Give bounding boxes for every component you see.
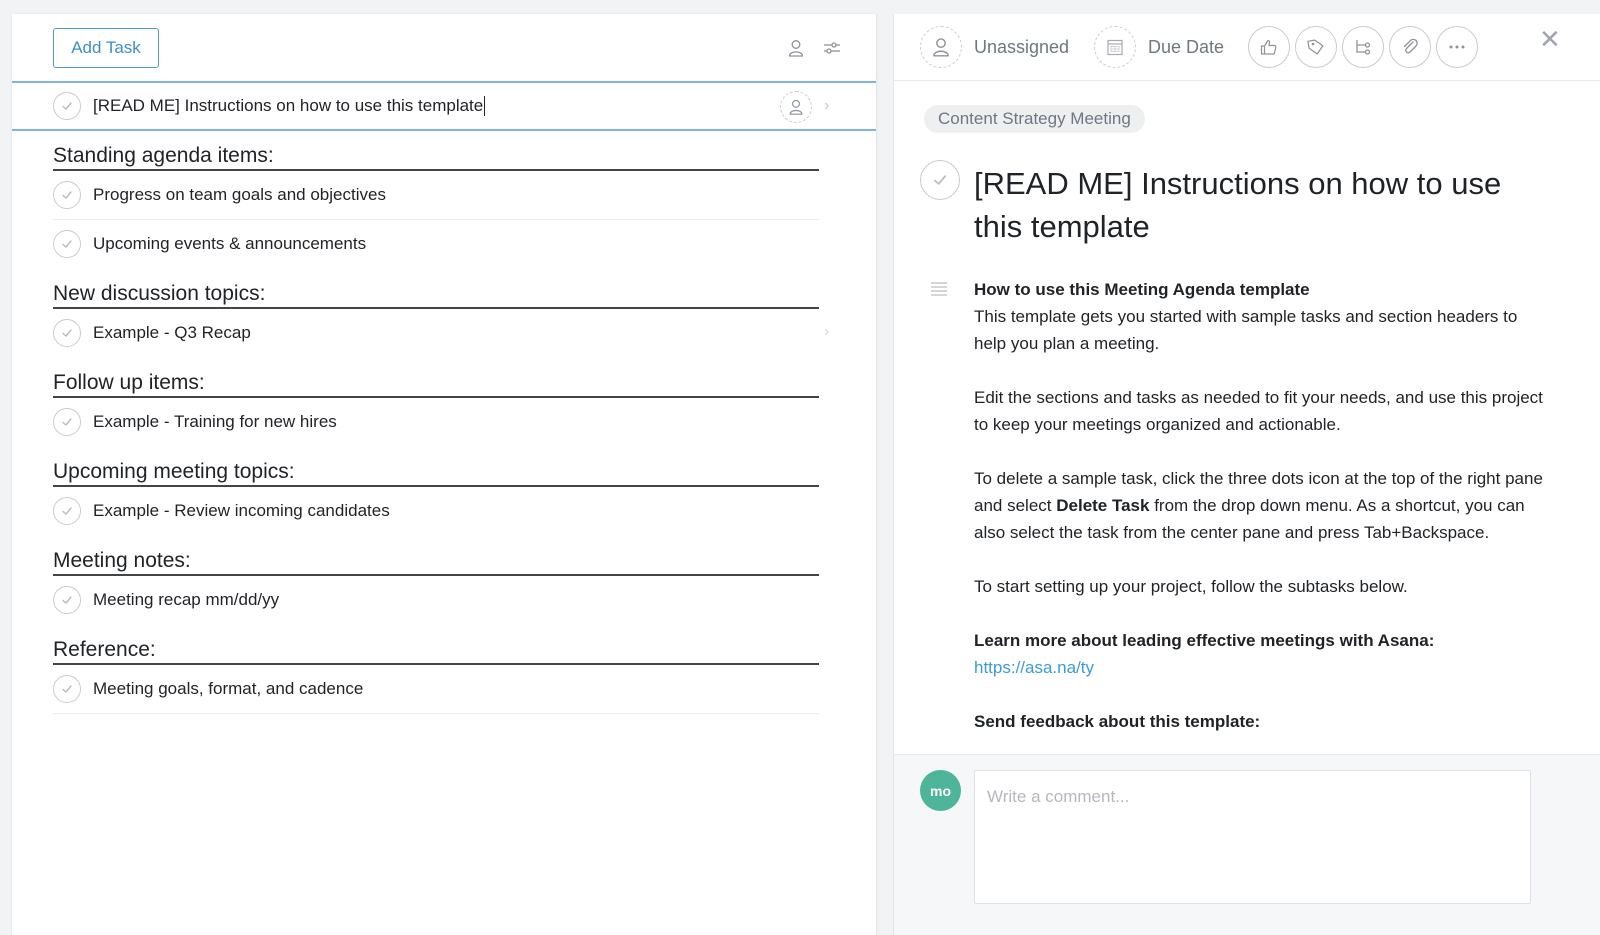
- section-header[interactable]: Upcoming meeting topics:: [53, 447, 819, 487]
- section-new-discussion: New discussion topics: Example - Q3 Reca…: [12, 269, 876, 358]
- like-button[interactable]: [1248, 26, 1290, 68]
- subtask-icon: [1356, 40, 1371, 55]
- description-paragraph: This template gets you started with samp…: [974, 307, 1518, 353]
- task-row[interactable]: Meeting goals, format, and cadence: [53, 665, 819, 714]
- section-upcoming-meeting: Upcoming meeting topics: Example - Revie…: [12, 447, 876, 536]
- chevron-right-icon[interactable]: ›: [824, 97, 829, 115]
- checkmark-icon: [60, 326, 74, 340]
- more-actions-button[interactable]: [1436, 26, 1478, 68]
- due-date-button[interactable]: [1094, 26, 1136, 68]
- selected-task-row[interactable]: [READ ME] Instructions on how to use thi…: [12, 83, 876, 131]
- assignee-label[interactable]: Unassigned: [974, 37, 1069, 58]
- section-header[interactable]: New discussion topics:: [53, 269, 819, 309]
- task-sections: Standing agenda items: Progress on team …: [12, 131, 876, 714]
- task-row[interactable]: Meeting recap mm/dd/yy: [53, 576, 819, 625]
- task-description[interactable]: How to use this Meeting Agenda template …: [974, 276, 1544, 754]
- add-task-button[interactable]: Add Task: [53, 28, 159, 68]
- complete-checkbox[interactable]: [53, 181, 81, 209]
- tag-button[interactable]: [1295, 26, 1337, 68]
- section-header[interactable]: Follow up items:: [53, 358, 819, 398]
- task-title: Progress on team goals and objectives: [93, 185, 386, 204]
- checkmark-icon: [60, 682, 74, 696]
- checkmark-icon: [60, 415, 74, 429]
- task-row[interactable]: Example - Review incoming candidates: [53, 487, 819, 536]
- assignee-button[interactable]: [920, 26, 962, 68]
- task-title: Example - Training for new hires: [93, 412, 337, 431]
- calendar-icon: [1107, 39, 1123, 56]
- task-title-text: [READ ME] Instructions on how to use thi…: [93, 95, 484, 115]
- checkmark-icon: [60, 237, 74, 251]
- task-title: Upcoming events & announcements: [93, 234, 367, 253]
- task-title: Example - Review incoming candidates: [93, 501, 390, 520]
- description-heading: How to use this Meeting Agenda template: [974, 280, 1310, 299]
- task-list-toolbar: Add Task: [12, 14, 876, 83]
- description-paragraph: Edit the sections and tasks as needed to…: [974, 388, 1543, 434]
- description-icon: [931, 282, 947, 296]
- avatar: mo: [920, 770, 961, 811]
- feedback-heading: Send feedback about this template:: [974, 712, 1261, 731]
- checkmark-icon: [60, 188, 74, 202]
- task-row[interactable]: Upcoming events & announcements: [53, 220, 819, 269]
- comment-input[interactable]: [974, 770, 1531, 904]
- complete-checkbox[interactable]: [53, 586, 81, 614]
- section-reference: Reference: Meeting goals, format, and ca…: [12, 625, 876, 714]
- task-detail-toolbar: Unassigned Due Date ✕: [894, 14, 1600, 81]
- task-detail-pane: Unassigned Due Date ✕ Content Strategy M…: [893, 14, 1600, 935]
- person-icon[interactable]: [784, 36, 808, 60]
- delete-task-emphasis: Delete Task: [1056, 496, 1150, 515]
- section-header[interactable]: Meeting notes:: [53, 536, 819, 576]
- complete-task-checkbox[interactable]: [920, 160, 960, 200]
- task-title: Meeting recap mm/dd/yy: [93, 590, 280, 609]
- selected-task-title-input[interactable]: [READ ME] Instructions on how to use thi…: [93, 95, 486, 117]
- section-header[interactable]: Reference:: [53, 625, 819, 665]
- task-list-pane: Add Task [READ ME] Instructions on how t…: [12, 14, 877, 935]
- person-icon: [930, 36, 952, 58]
- attachment-icon: [1403, 38, 1418, 54]
- chevron-right-icon[interactable]: ›: [824, 323, 829, 341]
- checkmark-icon: [60, 99, 74, 113]
- description-paragraph: To start setting up your project, follow…: [974, 577, 1408, 596]
- comment-composer: mo: [894, 754, 1600, 935]
- complete-checkbox[interactable]: [53, 230, 81, 258]
- learn-more-link[interactable]: https://asa.na/ty: [974, 658, 1094, 677]
- task-title: Example - Q3 Recap: [93, 323, 251, 342]
- complete-checkbox[interactable]: [53, 92, 81, 120]
- attachment-button[interactable]: [1389, 26, 1431, 68]
- learn-more-heading: Learn more about leading effective meeti…: [974, 631, 1435, 650]
- complete-checkbox[interactable]: [53, 408, 81, 436]
- checkmark-icon: [60, 593, 74, 607]
- complete-checkbox[interactable]: [53, 497, 81, 525]
- task-title[interactable]: [READ ME] Instructions on how to use thi…: [974, 162, 1544, 248]
- tag-icon: [1307, 39, 1324, 55]
- task-row[interactable]: Example - Training for new hires: [53, 398, 819, 447]
- task-row[interactable]: Progress on team goals and objectives: [53, 171, 819, 220]
- checkmark-icon: [60, 504, 74, 518]
- due-date-label[interactable]: Due Date: [1148, 37, 1224, 58]
- complete-checkbox[interactable]: [53, 675, 81, 703]
- section-standing-agenda: Standing agenda items: Progress on team …: [12, 131, 876, 269]
- checkmark-icon: [931, 171, 949, 189]
- task-title: Meeting goals, format, and cadence: [93, 679, 364, 698]
- subtask-button[interactable]: [1342, 26, 1384, 68]
- assignee-icon[interactable]: [780, 91, 812, 123]
- filter-sliders-icon[interactable]: [820, 36, 844, 60]
- section-meeting-notes: Meeting notes: Meeting recap mm/dd/yy: [12, 536, 876, 625]
- more-icon: [1449, 45, 1465, 49]
- project-tag[interactable]: Content Strategy Meeting: [924, 105, 1145, 133]
- section-header[interactable]: Standing agenda items:: [53, 131, 819, 171]
- task-row[interactable]: Example - Q3 Recap ›: [53, 309, 829, 358]
- complete-checkbox[interactable]: [53, 319, 81, 347]
- text-cursor: [484, 96, 486, 117]
- section-follow-up: Follow up items: Example - Training for …: [12, 358, 876, 447]
- close-icon[interactable]: ✕: [1539, 26, 1561, 52]
- thumbs-up-icon: [1260, 39, 1277, 55]
